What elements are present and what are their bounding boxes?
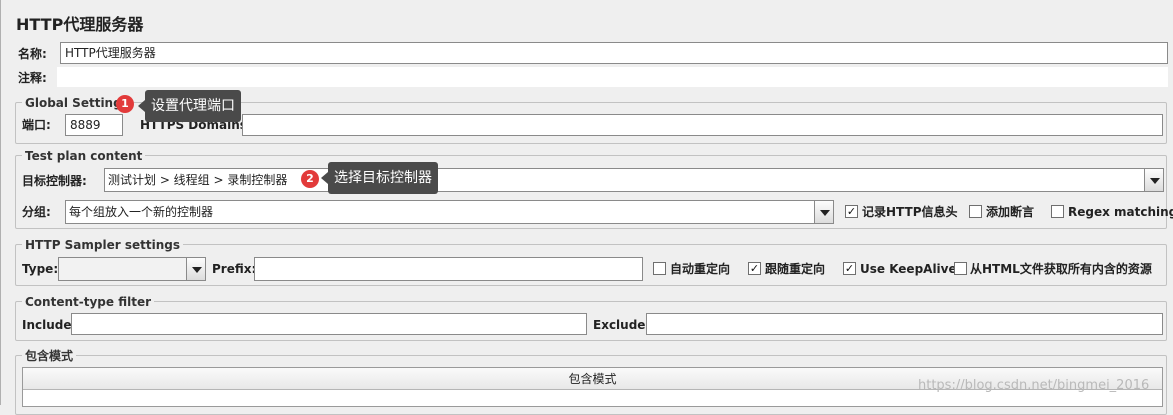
- exclude-field[interactable]: [646, 313, 1163, 335]
- port-field[interactable]: 8889: [65, 114, 123, 136]
- record-headers-label: 记录HTTP信息头: [862, 205, 958, 219]
- grouping-value: 每个组放入一个新的控制器: [69, 205, 214, 219]
- callout-target-controller: 选择目标控制器: [321, 162, 438, 194]
- watermark: https://blog.csdn.net/bingmei_2016: [918, 378, 1150, 393]
- target-controller-select[interactable]: 测试计划 > 线程组 > 录制控制器: [104, 168, 1164, 192]
- regex-matching-label: Regex matching: [1068, 205, 1173, 219]
- follow-redirect-label: 跟随重定向: [765, 262, 826, 276]
- prefix-label: Prefix:: [212, 262, 257, 276]
- target-controller-value: 测试计划 > 线程组 > 录制控制器: [108, 173, 288, 187]
- include-field[interactable]: [71, 313, 587, 335]
- test-plan-legend: Test plan content: [22, 149, 146, 163]
- https-domains-field[interactable]: [242, 114, 1163, 136]
- keepalive-checkbox[interactable]: ✓: [843, 262, 856, 275]
- prefix-field[interactable]: [254, 257, 643, 281]
- follow-redirect-checkbox[interactable]: ✓: [748, 262, 761, 275]
- grouping-label: 分组:: [22, 205, 51, 219]
- callout-port: 设置代理端口: [138, 90, 241, 122]
- type-label: Type:: [22, 262, 59, 276]
- grouping-select[interactable]: 每个组放入一个新的控制器: [65, 200, 834, 224]
- port-label: 端口:: [22, 118, 51, 132]
- type-select[interactable]: [58, 257, 206, 281]
- include-patterns-legend: 包含模式: [22, 349, 77, 363]
- regex-matching-checkbox[interactable]: [1051, 205, 1064, 218]
- sampler-legend: HTTP Sampler settings: [22, 238, 183, 252]
- window-edge: [0, 0, 1, 405]
- callout-badge-1: 1: [116, 95, 134, 113]
- fetch-resources-label: 从HTML文件获取所有内含的资源: [970, 262, 1152, 276]
- add-assertions-checkbox[interactable]: [969, 205, 982, 218]
- chevron-down-icon[interactable]: [1144, 169, 1163, 191]
- record-headers-checkbox[interactable]: ✓: [845, 205, 858, 218]
- include-label: Include:: [22, 318, 77, 332]
- chevron-down-icon[interactable]: [186, 258, 205, 280]
- name-label: 名称:: [18, 47, 47, 61]
- chevron-down-icon[interactable]: [814, 201, 833, 223]
- auto-redirect-label: 自动重定向: [670, 262, 731, 276]
- comment-label: 注释:: [18, 71, 47, 85]
- add-assertions-label: 添加断言: [986, 205, 1035, 219]
- fetch-resources-checkbox[interactable]: [954, 262, 967, 275]
- callout-badge-2: 2: [301, 170, 319, 188]
- comment-field[interactable]: [57, 67, 1168, 87]
- auto-redirect-checkbox[interactable]: [653, 262, 666, 275]
- page-title: HTTP代理服务器: [16, 15, 144, 34]
- content-filter-legend: Content-type filter: [22, 295, 154, 309]
- exclude-label: Exclude:: [593, 318, 651, 332]
- target-controller-label: 目标控制器:: [22, 174, 87, 188]
- name-field[interactable]: HTTP代理服务器: [60, 42, 1168, 64]
- keepalive-label: Use KeepAlive: [860, 262, 957, 276]
